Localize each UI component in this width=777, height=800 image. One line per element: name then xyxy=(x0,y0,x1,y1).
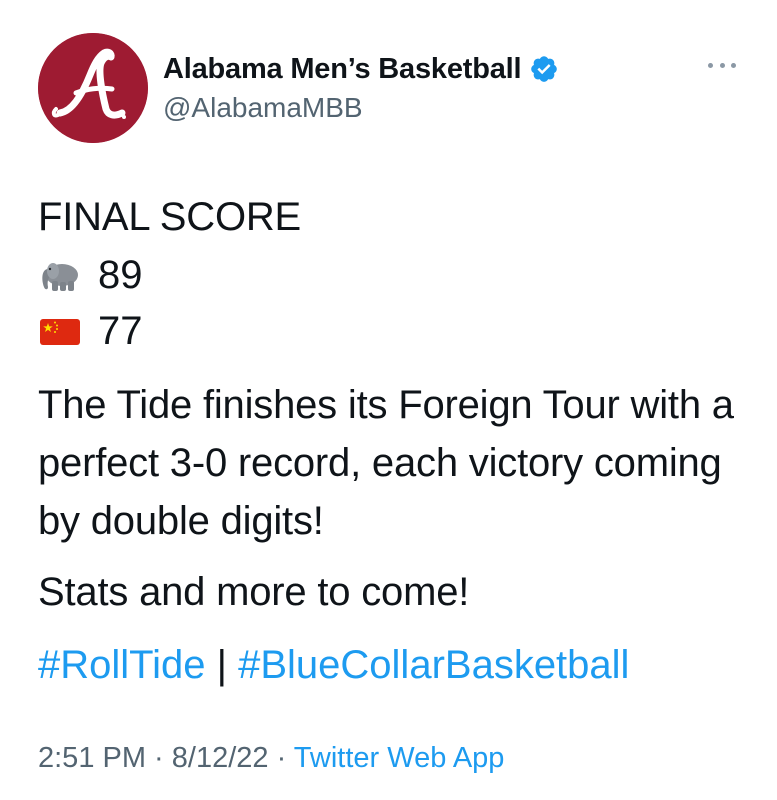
elephant-icon xyxy=(42,263,78,291)
tweet-time[interactable]: 2:51 PM xyxy=(38,742,146,774)
tweet-date[interactable]: 8/12/22 xyxy=(172,742,269,774)
handle[interactable]: @AlabamaMBB xyxy=(163,92,559,124)
score-line-alabama: 89 xyxy=(38,246,143,304)
more-dot xyxy=(719,62,725,68)
tweet-paragraph: The Tide finishes its Foreign Tour with … xyxy=(38,383,734,543)
avatar[interactable] xyxy=(38,33,148,143)
hashtag-separator: | xyxy=(205,643,239,687)
tweet-source-app[interactable]: Twitter Web App xyxy=(294,742,505,774)
display-name[interactable]: Alabama Men’s Basketball xyxy=(163,53,522,86)
display-name-row: Alabama Men’s Basketball xyxy=(163,50,559,88)
alabama-a-logo-icon xyxy=(38,33,148,143)
score-value-alabama: 89 xyxy=(98,252,143,297)
author-block: Alabama Men’s Basketball @AlabamaMBB xyxy=(163,50,559,124)
china-flag-icon xyxy=(40,319,80,345)
score-line-china: 77 xyxy=(38,302,143,360)
meta-dot: · xyxy=(268,742,294,774)
hashtag-bluecollarbasketball[interactable]: #BlueCollarBasketball xyxy=(238,643,629,687)
tweet-meta: 2:51 PM · 8/12/22 · Twitter Web App xyxy=(38,742,504,775)
tweet-paragraph-2: Stats and more to come! xyxy=(38,570,470,614)
verified-badge-icon xyxy=(531,56,558,82)
hashtag-rolltide[interactable]: #RollTide xyxy=(38,643,205,687)
score-heading: FINAL SCORE xyxy=(38,195,302,239)
more-dot xyxy=(731,62,736,68)
score-value-china: 77 xyxy=(98,308,143,353)
more-dot xyxy=(708,62,713,68)
more-button[interactable] xyxy=(708,55,736,75)
meta-dot: · xyxy=(146,742,172,774)
hashtags: #RollTide | #BlueCollarBasketball xyxy=(38,636,629,694)
tweet: Alabama Men’s Basketball @AlabamaMBB FIN… xyxy=(0,0,777,800)
